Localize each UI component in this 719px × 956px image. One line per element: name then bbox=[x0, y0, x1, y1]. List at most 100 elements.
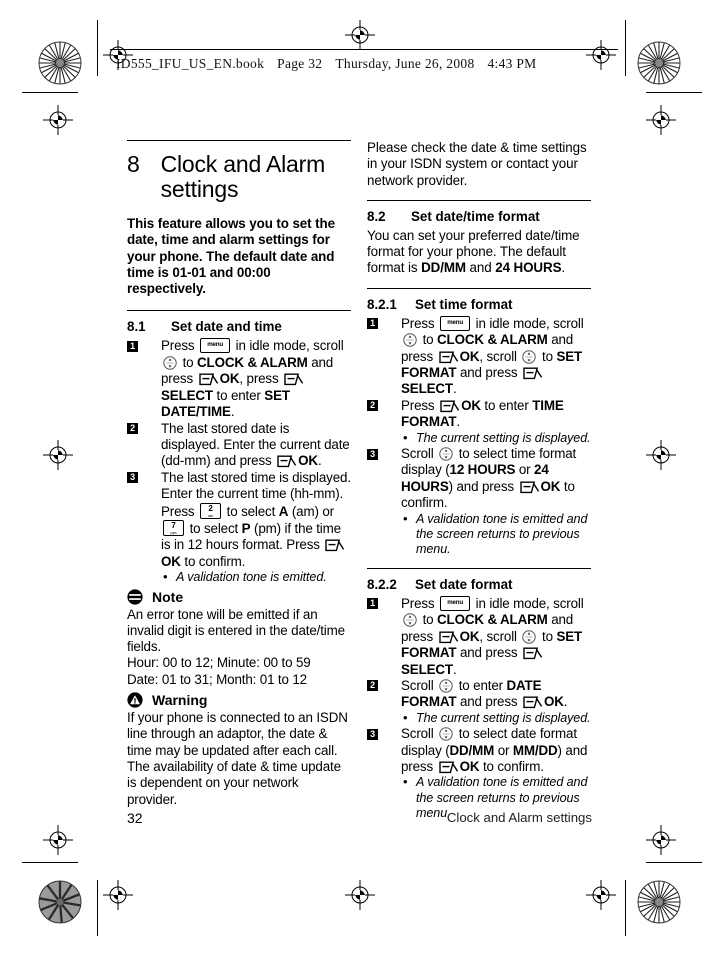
heading-8-2-1: 8.2.1 Set time format bbox=[367, 297, 591, 313]
keypad-2-letters: abc bbox=[208, 513, 214, 518]
softkey-label-ok: OK bbox=[219, 371, 240, 387]
intro-default-time: 00:00 bbox=[236, 264, 271, 280]
step-text: to select bbox=[186, 520, 242, 536]
softkey-icon bbox=[325, 539, 345, 552]
step-text: and press bbox=[456, 365, 521, 380]
chapter-intro: This feature allows you to set the date,… bbox=[127, 216, 351, 297]
footer-chapter-title: Clock and Alarm settings bbox=[446, 810, 592, 825]
step-number: 1 bbox=[367, 318, 378, 330]
step-number: 1 bbox=[367, 598, 378, 610]
chapter-top-rule bbox=[127, 140, 351, 141]
warning-header: Warning bbox=[127, 691, 351, 709]
default-date-format: DD/MM bbox=[421, 260, 466, 276]
note-line-2: Hour: 00 to 12; Minute: 00 to 59 bbox=[127, 655, 311, 671]
menu-key-icon: menu bbox=[440, 595, 471, 611]
step-text: . bbox=[452, 661, 457, 677]
step-text: Scroll bbox=[401, 446, 438, 462]
step-note: The current setting is displayed. bbox=[401, 430, 591, 446]
menu-key-icon: menu bbox=[200, 338, 231, 354]
note-line-3: Date: 01 to 31; Month: 01 to 12 bbox=[127, 671, 307, 687]
step-notes: The current setting is displayed. bbox=[401, 710, 591, 726]
option-mm-dd: MM/DD bbox=[512, 742, 558, 758]
step-text: to bbox=[538, 628, 557, 644]
softkey-icon bbox=[440, 400, 460, 413]
left-column: 8 Clock and Alarm settings This feature … bbox=[127, 140, 351, 808]
navigation-key-icon bbox=[439, 679, 453, 693]
step-number: 2 bbox=[367, 680, 378, 692]
step-text: Scroll bbox=[401, 726, 438, 742]
warning-body: If your phone is connected to an ISDN li… bbox=[127, 710, 348, 807]
step-text: in idle mode, scroll bbox=[472, 595, 584, 611]
step-note: A validation tone is emitted. bbox=[161, 569, 351, 585]
intro-text-3: respectively. bbox=[127, 281, 206, 297]
step-item: 3 Scroll to select time format display (1… bbox=[367, 446, 591, 558]
navigation-key-icon bbox=[439, 447, 453, 461]
step-text: or bbox=[494, 742, 513, 758]
step-text: to select bbox=[223, 503, 279, 519]
step-number: 3 bbox=[367, 448, 378, 460]
heading-8-1: 8.1 Set date and time bbox=[127, 319, 351, 335]
step-text: . bbox=[230, 404, 235, 420]
softkey-icon bbox=[519, 481, 540, 494]
heading-8-2-2: 8.2.2 Set date format bbox=[367, 577, 591, 593]
step-number: 2 bbox=[127, 423, 138, 435]
note-icon bbox=[127, 588, 143, 605]
navigation-key-icon bbox=[403, 333, 417, 347]
step-text: . bbox=[317, 453, 322, 469]
step-text: to enter bbox=[455, 677, 507, 693]
warning-icon bbox=[127, 692, 143, 708]
step-item: 1 Press menu in idle mode, scroll to CLOC… bbox=[367, 595, 591, 678]
navigation-key-icon bbox=[163, 356, 177, 370]
step-note: The current setting is displayed. bbox=[401, 710, 591, 726]
keypad-2-digit: 2 bbox=[208, 503, 213, 513]
softkey-icon bbox=[438, 631, 459, 644]
body-text-3: . bbox=[561, 260, 566, 276]
intro-default-date: 01-01 bbox=[172, 264, 207, 280]
softkey-label-select: SELECT bbox=[401, 661, 453, 677]
keypad-7-icon: 7 pqrs bbox=[163, 519, 184, 536]
step-text: Press bbox=[401, 595, 439, 611]
softkey-label-ok: OK bbox=[461, 397, 481, 413]
step-text: , scroll bbox=[479, 348, 521, 364]
section-8-2-body: You can set your preferred date/time for… bbox=[367, 228, 591, 277]
step-text: . bbox=[456, 414, 460, 430]
heading-8-2-1-number: 8.2.1 bbox=[367, 296, 397, 312]
steps-8-2-1: 1 Press menu in idle mode, scroll to CLOC… bbox=[367, 315, 591, 558]
step-text: to bbox=[419, 612, 438, 628]
label-am: A bbox=[278, 503, 289, 519]
step-notes: A validation tone is emitted. bbox=[161, 569, 351, 585]
navigation-key-icon bbox=[522, 629, 537, 644]
right-column: Please check the date & time settings in… bbox=[367, 140, 591, 824]
chapter-title: Clock and Alarm settings bbox=[160, 151, 326, 202]
keypad-7-letters: pqrs bbox=[170, 530, 177, 535]
manual-page: 8 Clock and Alarm settings This feature … bbox=[0, 0, 719, 956]
step-text: . bbox=[452, 381, 457, 397]
option-12-hours: 12 HOURS bbox=[449, 462, 516, 478]
step-text: to enter bbox=[480, 397, 533, 413]
step-text: and press bbox=[456, 694, 521, 710]
step-text: Press bbox=[401, 397, 439, 413]
step-text: to bbox=[538, 348, 557, 364]
body-text-2: and bbox=[465, 260, 496, 276]
menu-label-clock-alarm: CLOCK & ALARM bbox=[437, 332, 548, 348]
section-8-1-rule bbox=[127, 310, 351, 312]
footer-page-number: 32 bbox=[127, 810, 143, 826]
heading-8-1-title: Set date and time bbox=[171, 319, 282, 335]
note-title: Note bbox=[152, 588, 184, 605]
softkey-label-select: SELECT bbox=[161, 387, 213, 403]
step-item: 1 Press menu in idle mode, scroll to CLOC… bbox=[127, 338, 351, 420]
step-text: . bbox=[563, 694, 568, 710]
menu-key-label: menu bbox=[447, 318, 463, 326]
heading-8-2: 8.2 Set date/time format bbox=[367, 209, 591, 225]
step-text: to bbox=[179, 354, 198, 370]
warning-callout: Warning If your phone is connected to an… bbox=[127, 691, 351, 808]
menu-label-clock-alarm: CLOCK & ALARM bbox=[437, 612, 548, 628]
step-text: or bbox=[515, 462, 535, 478]
isdn-note-paragraph: Please check the date & time settings in… bbox=[367, 140, 587, 188]
navigation-key-icon bbox=[439, 727, 453, 741]
steps-8-1: 1 Press menu in idle mode, scroll to CLOC… bbox=[127, 338, 351, 585]
warning-title: Warning bbox=[152, 692, 208, 709]
softkey-icon bbox=[523, 647, 543, 660]
step-text: , scroll bbox=[479, 628, 521, 644]
step-text: (am) or bbox=[288, 503, 334, 519]
